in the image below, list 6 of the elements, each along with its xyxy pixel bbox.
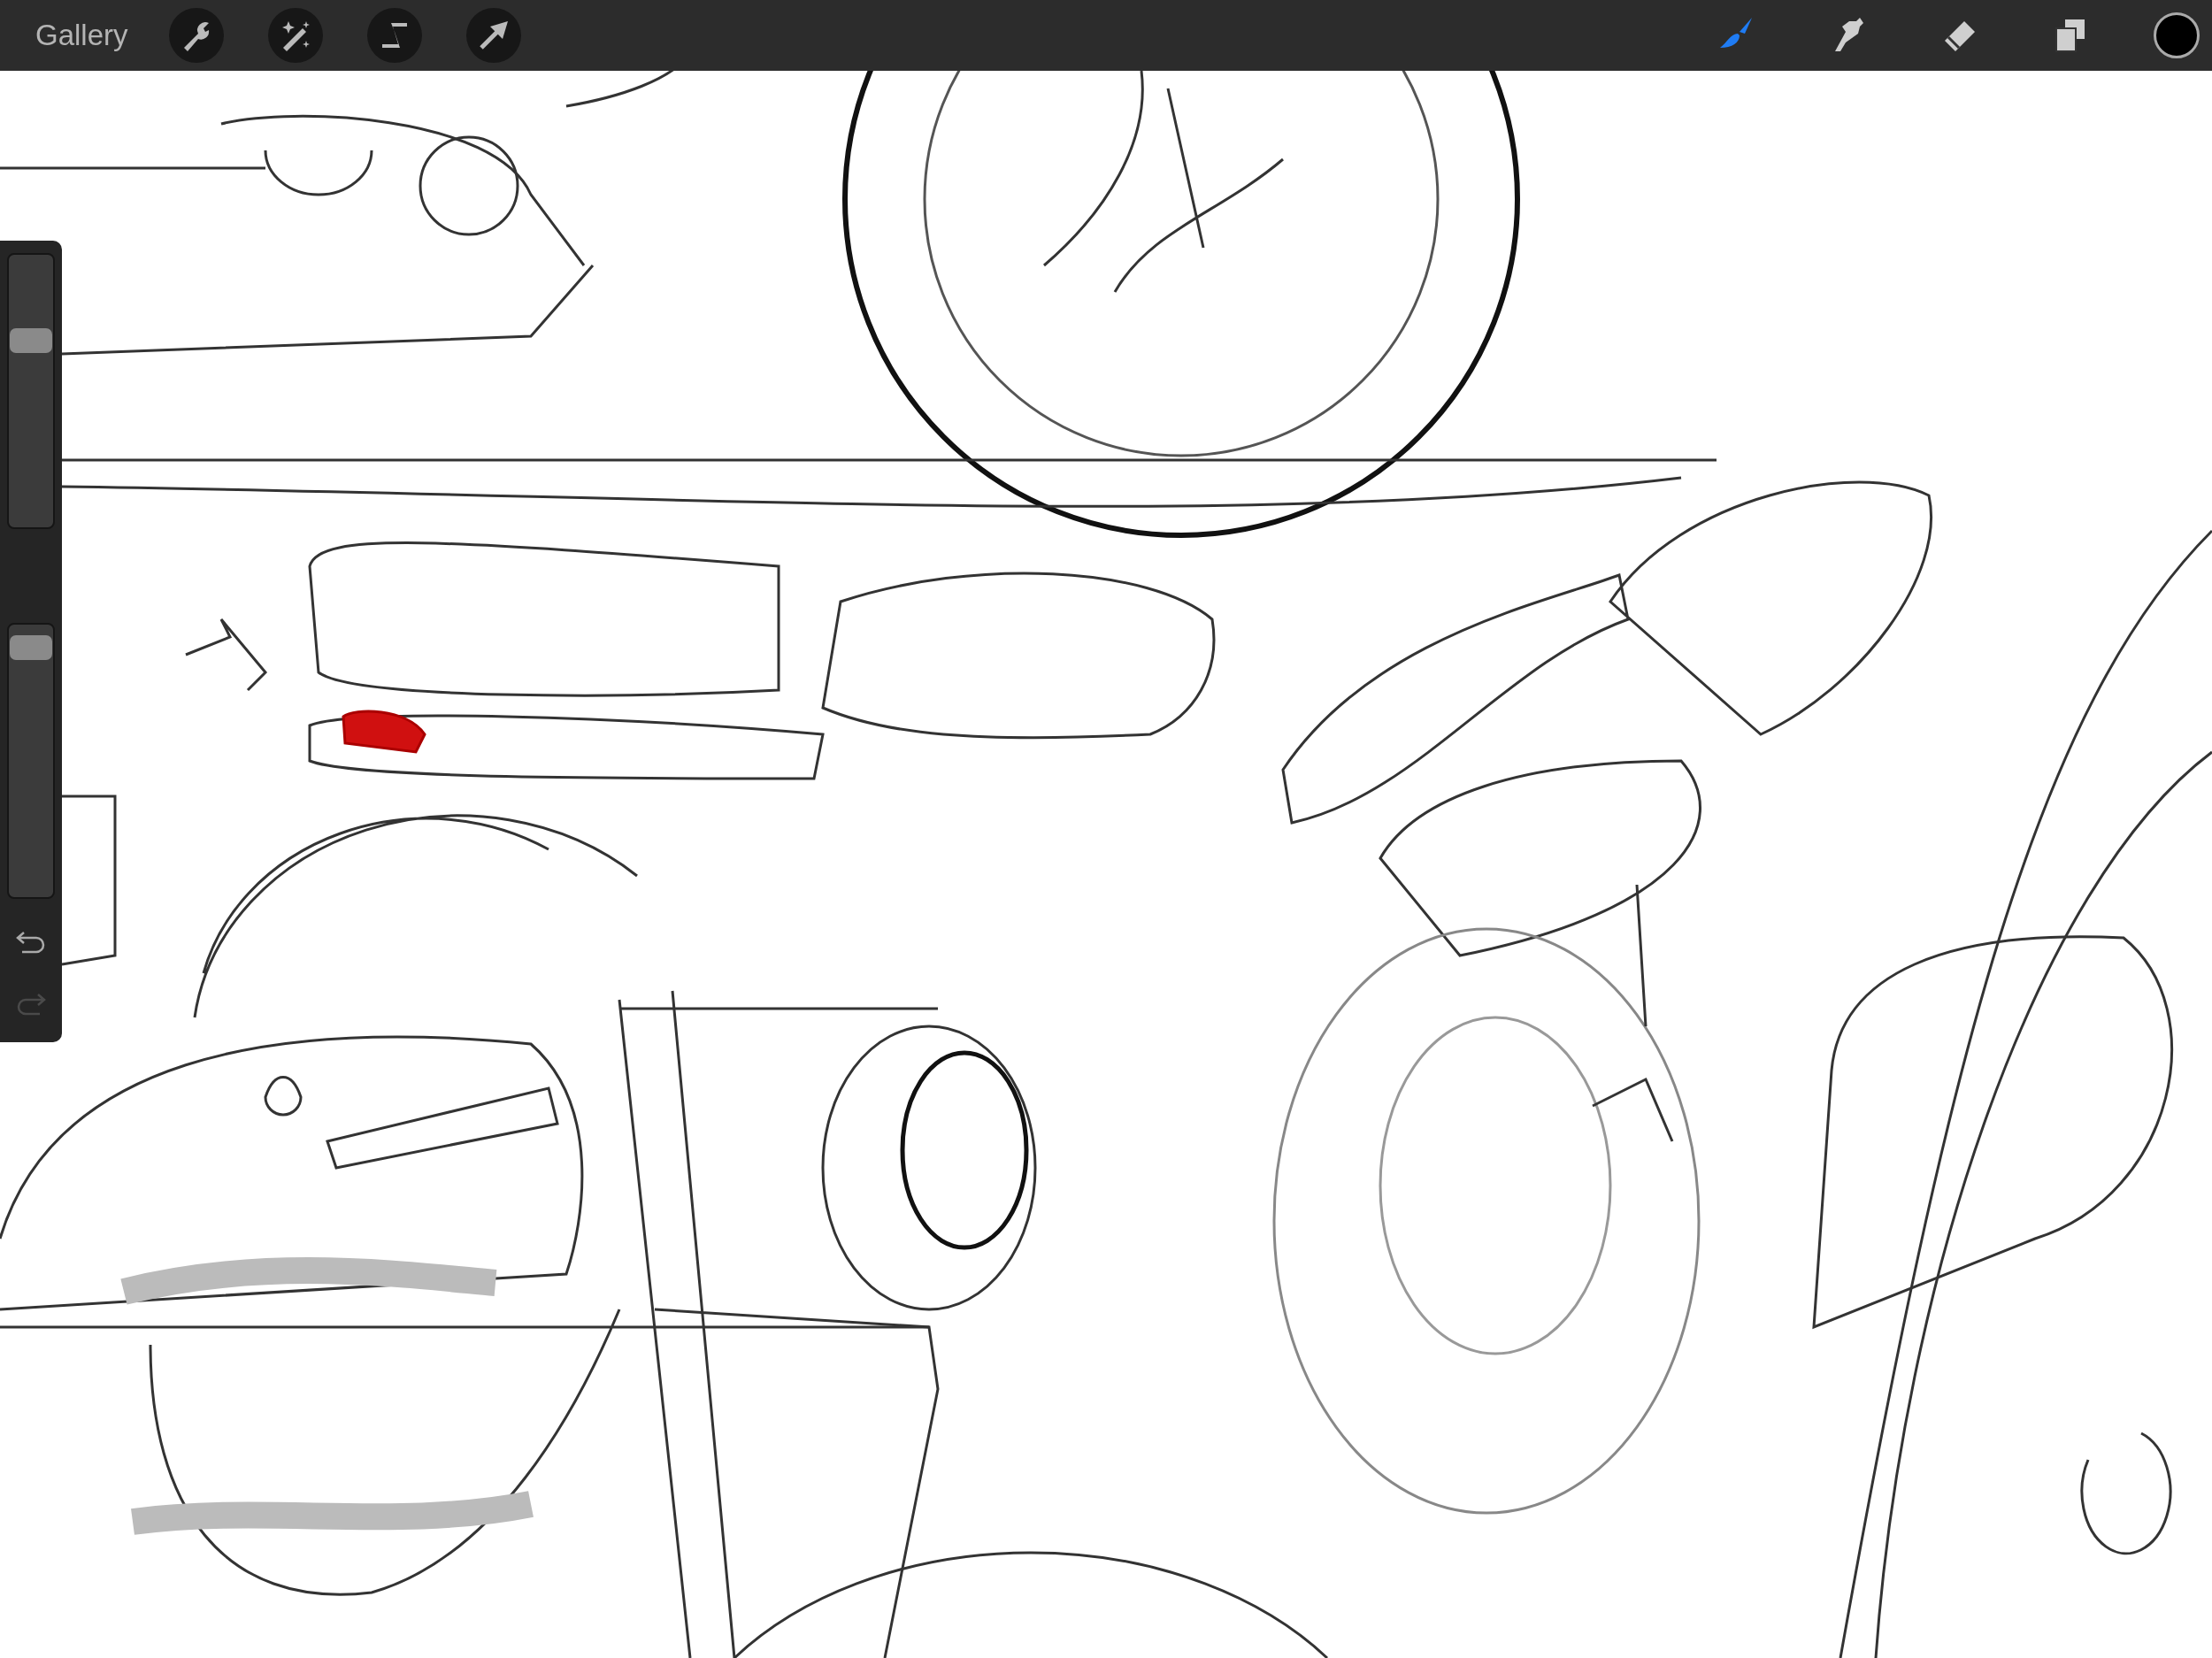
gallery-button[interactable]: Gallery bbox=[35, 19, 128, 52]
color-button[interactable] bbox=[2154, 12, 2200, 58]
slider-handle[interactable] bbox=[10, 635, 52, 661]
slider-handle[interactable] bbox=[10, 327, 52, 353]
brush-size-slider[interactable] bbox=[7, 253, 55, 529]
opacity-slider[interactable] bbox=[7, 623, 55, 899]
